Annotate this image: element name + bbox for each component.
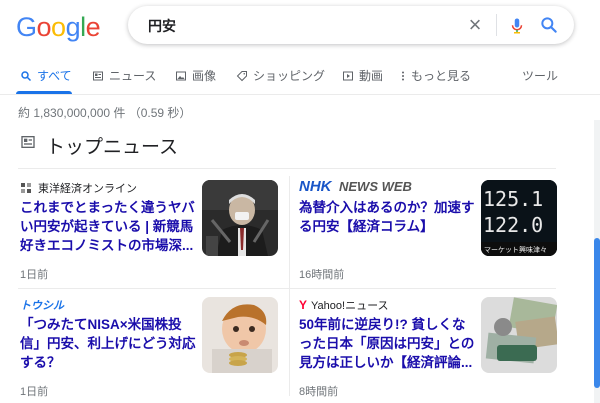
news-card[interactable]: 東洋経済オンライン これまでとまったく違うヤバい円安が起きている | 新競馬好き… <box>20 170 278 281</box>
toyokeizai-logo-icon <box>21 183 31 193</box>
search-input[interactable]: 円安 <box>148 16 176 36</box>
tag-icon <box>236 70 247 81</box>
logo-letter: e <box>85 12 101 42</box>
tab-label: もっと見る <box>411 69 472 83</box>
search-icon <box>21 70 32 81</box>
news-headline[interactable]: 50年前に逆戻り!? 貧しくなった日本「原因は円安」との見方は正しいか【経済評論… <box>299 315 475 375</box>
tab-tools[interactable]: ツール <box>522 67 558 84</box>
svg-text:NHK: NHK <box>299 178 333 194</box>
banknotes-image <box>481 297 557 373</box>
source-name: Yahoo!ニュース <box>311 300 389 312</box>
tab-shopping[interactable]: ショッピング <box>236 67 325 84</box>
news-source: NHK NEWS WEB <box>299 178 431 194</box>
news-thumbnail[interactable] <box>202 180 278 256</box>
tab-label: ツール <box>522 69 559 83</box>
rate-number-1: 125.1 <box>483 187 543 211</box>
source-name: 東洋経済オンライン <box>38 183 137 195</box>
video-icon <box>343 71 353 80</box>
thumb-caption: マーケット興味津々 <box>484 245 547 254</box>
tab-news[interactable]: ニュース <box>92 67 156 84</box>
news-card[interactable]: トウシル 「つみたてNISA×米国株投信」円安、利上げにどう対応する？ 1日前 <box>20 287 278 398</box>
news-age: 1日前 <box>20 269 49 281</box>
microphone-icon[interactable] <box>508 16 526 36</box>
news-source: Y Yahoo!ニュース <box>299 297 389 313</box>
search-tabs: すべて ニュース 画像 ショッピング 動画 もっと見る ツール <box>0 64 600 94</box>
tab-label: ニュース <box>109 69 157 83</box>
search-box[interactable]: 円安 × <box>128 6 574 44</box>
news-age: 8時間前 <box>299 386 339 398</box>
news-source: 東洋経済オンライン <box>20 180 137 196</box>
news-card[interactable]: NHK NEWS WEB 為替介入はあるのか？加速する円安【経済コラム】 16時… <box>299 170 557 281</box>
news-icon <box>21 136 35 148</box>
news-headline[interactable]: 「つみたてNISA×米国株投信」円安、利上げにどう対応する？ <box>20 315 196 375</box>
tab-label: ショッピング <box>253 69 326 83</box>
logo-letter: G <box>16 12 37 42</box>
column-divider <box>289 176 290 396</box>
logo-letter: g <box>65 12 81 42</box>
rate-number-2: 122.0 <box>483 213 543 237</box>
tab-label: 画像 <box>192 69 217 83</box>
news-thumbnail[interactable]: 125.1 122.0 マーケット興味津々 <box>481 180 557 256</box>
search-icon[interactable] <box>539 15 559 35</box>
more-dots-icon <box>402 71 404 80</box>
news-headline[interactable]: これまでとまったく違うヤバい円安が起きている | 新競馬好きエコノミストの市場深… <box>20 198 196 258</box>
man-at-podium-image <box>202 180 278 256</box>
scrollbar-thumb[interactable] <box>594 238 600 388</box>
exchange-rate-board-image: 125.1 122.0 マーケット興味津々 <box>481 180 557 256</box>
search-divider <box>496 14 497 36</box>
news-card[interactable]: Y Yahoo!ニュース 50年前に逆戻り!? 貧しくなった日本「原因は円安」と… <box>299 287 557 398</box>
news-icon <box>93 71 103 80</box>
tab-label: すべて <box>37 69 72 83</box>
news-headline[interactable]: 為替介入はあるのか？加速する円安【経済コラム】 <box>299 198 475 258</box>
section-title: トップニュース <box>46 137 179 158</box>
section-divider <box>18 168 556 169</box>
tab-all[interactable]: すべて <box>20 67 72 84</box>
logo-letter: o <box>36 12 52 42</box>
result-stats: 約 1,830,000,000 件 （0.59 秒） <box>18 106 192 120</box>
news-age: 1日前 <box>20 386 49 398</box>
news-age: 16時間前 <box>299 269 345 281</box>
tabs-divider <box>0 94 600 95</box>
logo-letter: o <box>51 12 66 42</box>
source-name: トウシル <box>20 300 64 312</box>
news-thumbnail[interactable] <box>202 297 278 373</box>
news-source: トウシル <box>20 297 64 313</box>
google-logo[interactable]: Google <box>16 12 101 43</box>
news-thumbnail[interactable] <box>481 297 557 373</box>
svg-text:NEWS WEB: NEWS WEB <box>339 179 412 194</box>
tab-more[interactable]: もっと見る <box>400 67 471 84</box>
tab-videos[interactable]: 動画 <box>342 67 383 84</box>
image-icon <box>176 71 186 80</box>
tab-images[interactable]: 画像 <box>175 67 216 84</box>
tab-label: 動画 <box>359 69 384 83</box>
yahoo-logo-icon: Y <box>299 298 308 312</box>
clear-icon[interactable]: × <box>463 12 487 38</box>
nhk-news-web-logo: NHK NEWS WEB <box>299 178 412 194</box>
child-with-coins-image <box>202 297 278 373</box>
